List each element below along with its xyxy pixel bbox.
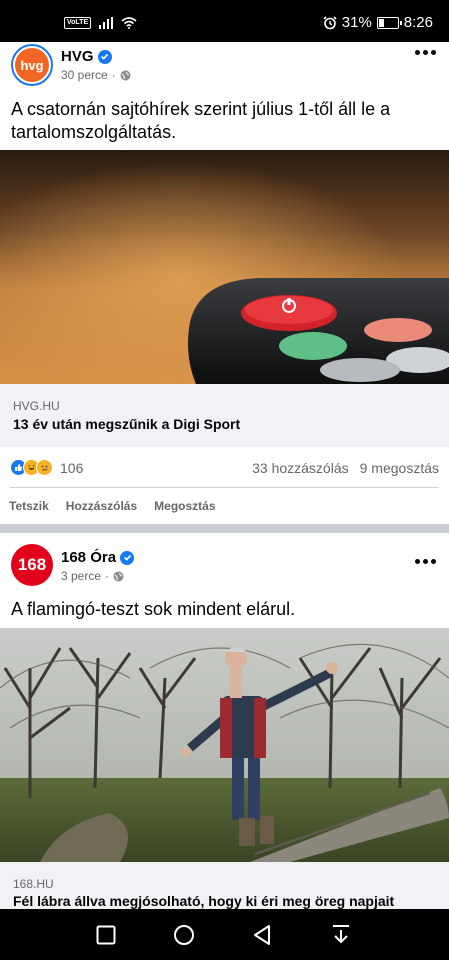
like-button[interactable]: Tetszik	[9, 499, 49, 513]
reactions-summary[interactable]: 106	[10, 459, 83, 476]
author-name[interactable]: 168 Óra	[61, 549, 116, 566]
status-bar: VoLTE 31% 8:26	[0, 0, 449, 42]
share-button[interactable]: Megosztás	[154, 499, 215, 513]
comment-button[interactable]: Hozzászólás	[66, 499, 137, 513]
globe-icon	[113, 571, 124, 581]
avatar[interactable]: 168	[11, 544, 53, 586]
post-text: A csatornán sajtóhírek szerint július 1-…	[11, 99, 391, 142]
more-options-button[interactable]	[415, 559, 436, 564]
battery-icon	[376, 16, 402, 29]
clock: 8:26	[403, 14, 433, 31]
post-image[interactable]	[0, 150, 449, 384]
tv-remote-image	[0, 150, 449, 384]
man-balancing-image	[0, 628, 449, 862]
link-domain: 168.HU	[13, 877, 54, 891]
post-text: A flamingó-teszt sok mindent elárul.	[11, 599, 296, 619]
globe-icon	[120, 70, 131, 80]
reaction-count: 106	[60, 459, 84, 476]
link-preview[interactable]: 168.HU Fél lábra állva megjósolható, hog…	[0, 862, 449, 909]
verified-icon	[97, 49, 112, 64]
share-count[interactable]: 9 megosztás	[360, 460, 439, 476]
post-time[interactable]: 3 perce	[61, 569, 101, 583]
hvg-logo: hvg	[15, 48, 49, 82]
post-actions: Tetszik Hozzászólás Megosztás	[9, 499, 216, 513]
divider	[10, 487, 439, 488]
avatar[interactable]: hvg	[11, 44, 53, 86]
wifi-icon	[121, 17, 137, 29]
recent-apps-icon[interactable]	[96, 925, 116, 945]
home-icon[interactable]	[173, 924, 195, 946]
notification-pull-icon[interactable]	[331, 924, 351, 946]
link-title: Fél lábra állva megjósolható, hogy ki ér…	[13, 893, 395, 909]
signal-icon	[99, 17, 114, 29]
link-title: 13 év után megszűnik a Digi Sport	[13, 416, 241, 432]
author-name[interactable]: HVG	[61, 48, 94, 65]
back-icon[interactable]	[252, 924, 274, 946]
alarm-icon	[323, 15, 337, 29]
post-header: hvg HVG 30 perce ·	[0, 42, 449, 92]
verified-icon	[120, 550, 135, 565]
navigation-bar	[0, 909, 449, 960]
post-separator	[0, 524, 449, 533]
volte-icon: VoLTE	[64, 17, 92, 29]
battery-percent: 31%	[341, 14, 372, 31]
link-preview[interactable]: HVG.HU 13 év után megszűnik a Digi Sport	[0, 384, 449, 447]
post-header: 168 168 Óra 3 perce ·	[0, 540, 449, 590]
more-options-button[interactable]	[415, 50, 436, 55]
comment-count[interactable]: 33 hozzászólás	[252, 460, 349, 476]
post-time[interactable]: 30 perce	[61, 68, 108, 82]
link-domain: HVG.HU	[13, 399, 60, 413]
sad-reaction-icon	[36, 459, 53, 476]
post-image[interactable]	[0, 628, 449, 862]
